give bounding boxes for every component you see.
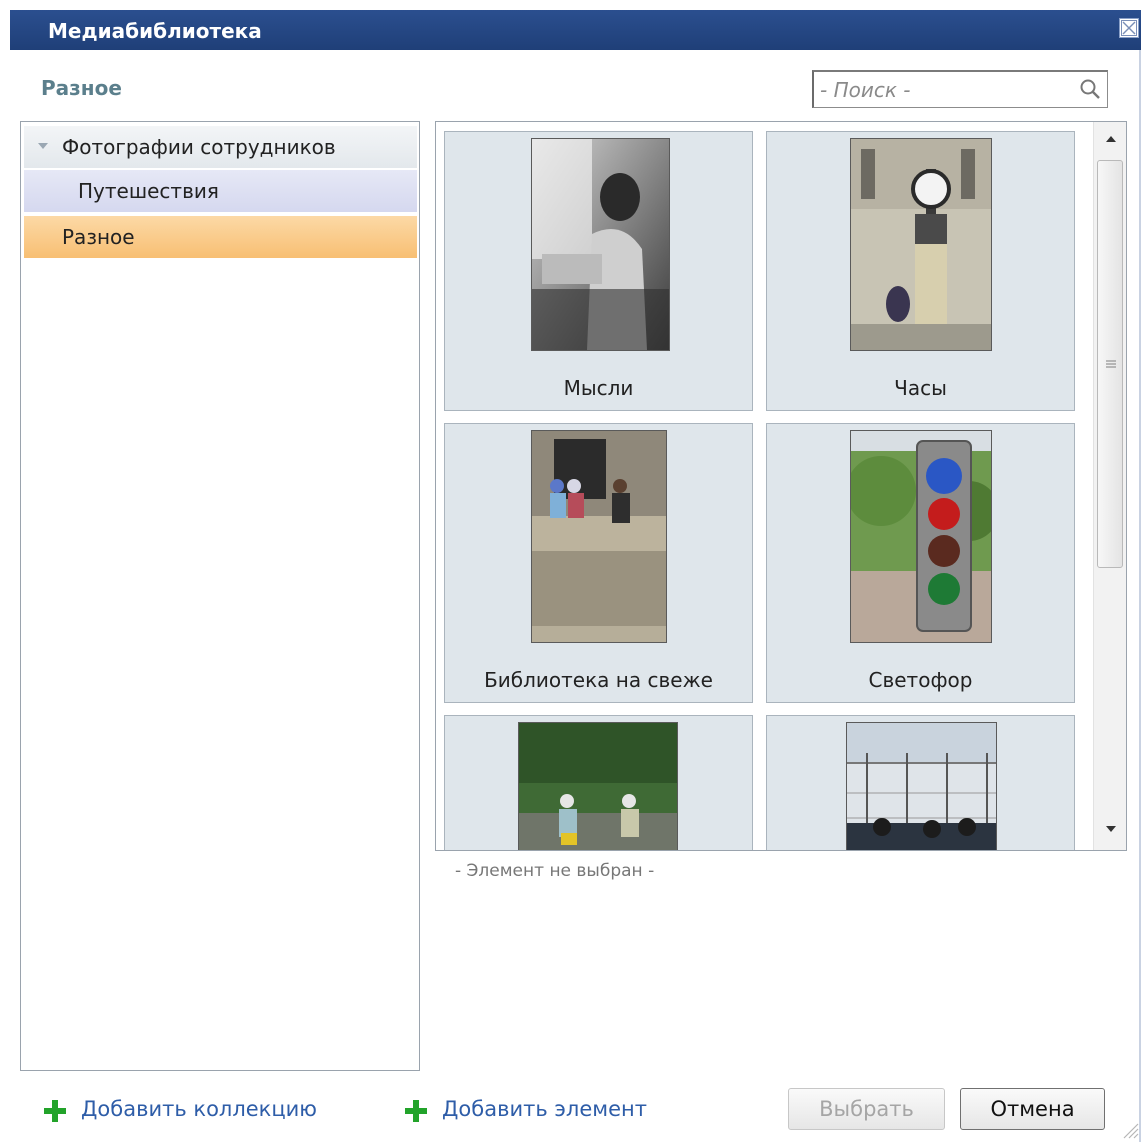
scroll-down-arrow-icon[interactable] bbox=[1106, 826, 1116, 832]
scroll-grip-icon bbox=[1106, 360, 1116, 368]
tree-item-label: Путешествия bbox=[78, 179, 219, 203]
tile-label: Светофор bbox=[868, 668, 973, 692]
scrollbar-thumb[interactable] bbox=[1097, 160, 1123, 568]
media-tile[interactable]: Мысли bbox=[444, 131, 753, 411]
woman-reading-thumbnail bbox=[531, 138, 670, 351]
cancel-button[interactable]: Отмена bbox=[960, 1088, 1105, 1130]
search-input[interactable] bbox=[820, 76, 1070, 104]
tree-item-travel[interactable]: Путешествия bbox=[24, 170, 417, 212]
traffic-light-thumbnail bbox=[850, 430, 992, 643]
add-element-label: Добавить элемент bbox=[442, 1097, 647, 1121]
tree-item-label: Разное bbox=[62, 225, 135, 249]
selection-status: - Элемент не выбран - bbox=[455, 861, 655, 881]
tile-label: Мысли bbox=[563, 376, 634, 400]
gallery-scrollbar[interactable] bbox=[1093, 122, 1126, 850]
close-button[interactable] bbox=[1119, 18, 1139, 38]
tree-item-misc[interactable]: Разное bbox=[24, 216, 417, 258]
fence-thumbnail bbox=[846, 722, 997, 850]
tree-item-label: Фотографии сотрудников bbox=[62, 135, 336, 159]
search-box[interactable] bbox=[812, 70, 1108, 108]
dialog-title: Медиабиблиотека bbox=[48, 19, 262, 43]
tile-label: Часы bbox=[894, 376, 947, 400]
expand-arrow-icon[interactable] bbox=[37, 142, 49, 150]
resize-grip-icon[interactable] bbox=[1120, 1120, 1140, 1140]
media-tile[interactable] bbox=[766, 715, 1075, 850]
plus-icon bbox=[405, 1100, 427, 1122]
dialog-titlebar: Медиабиблиотека bbox=[10, 10, 1141, 50]
add-collection-link[interactable]: Добавить коллекцию bbox=[43, 1097, 383, 1127]
add-collection-label: Добавить коллекцию bbox=[81, 1097, 317, 1121]
page-title: Разное bbox=[41, 76, 122, 100]
cyclists-thumbnail bbox=[518, 722, 678, 850]
select-button[interactable]: Выбрать bbox=[788, 1088, 945, 1130]
media-tile[interactable]: Часы bbox=[766, 131, 1075, 411]
media-tile[interactable]: Светофор bbox=[766, 423, 1075, 703]
scroll-up-arrow-icon[interactable] bbox=[1106, 136, 1116, 142]
media-tile[interactable] bbox=[444, 715, 753, 850]
plus-icon bbox=[44, 1100, 66, 1122]
collection-tree: Фотографии сотрудников Путешествия Разно… bbox=[20, 121, 420, 1071]
people-on-wall-thumbnail bbox=[531, 430, 667, 643]
search-icon[interactable] bbox=[1079, 78, 1101, 100]
add-element-link[interactable]: Добавить элемент bbox=[404, 1097, 704, 1127]
media-tile[interactable]: Библиотека на свеже bbox=[444, 423, 753, 703]
street-clock-thumbnail bbox=[850, 138, 992, 351]
close-icon bbox=[1121, 20, 1137, 36]
tree-item-staff-photos[interactable]: Фотографии сотрудников bbox=[24, 126, 417, 168]
tile-label: Библиотека на свеже bbox=[484, 668, 713, 692]
media-grid: Мысли Часы Библиотека на свеже Светофор bbox=[435, 121, 1127, 851]
